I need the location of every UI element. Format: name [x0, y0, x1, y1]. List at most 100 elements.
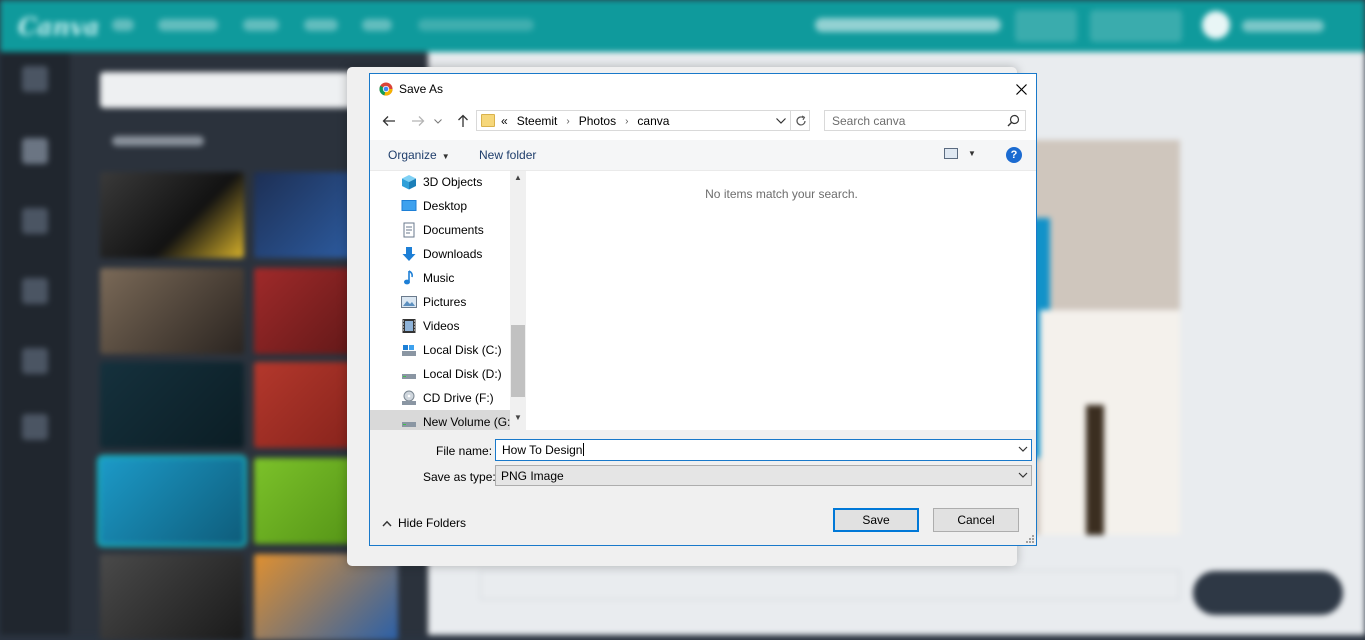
tree-item-new-volume-g[interactable]: New Volume (G:: [370, 410, 510, 430]
organize-button[interactable]: Organize ▼: [388, 148, 450, 162]
tree-item-videos[interactable]: Videos: [370, 314, 510, 338]
dialog-titlebar[interactable]: Save As: [370, 74, 1036, 104]
file-name-label: File name:: [436, 444, 493, 458]
scrollbar-thumb[interactable]: [511, 325, 525, 397]
menu-item: [418, 19, 534, 31]
file-name-value: How To Design: [502, 443, 583, 457]
tree-item-documents[interactable]: Documents: [370, 218, 510, 242]
breadcrumb-item[interactable]: canva: [637, 114, 669, 128]
save-button[interactable]: Save: [833, 508, 919, 532]
text-cursor: [583, 443, 585, 456]
chevron-down-icon: [776, 117, 786, 124]
download-button: [1090, 10, 1182, 42]
breadcrumb-item[interactable]: Steemit: [517, 114, 558, 128]
menu-item: [112, 19, 134, 31]
app-header: Canva: [0, 0, 1365, 52]
tree-item-label: Pictures: [423, 295, 467, 309]
recent-locations-button[interactable]: [431, 110, 445, 132]
canva-logo: Canva: [18, 12, 100, 41]
documents-icon: [403, 222, 415, 238]
share-button: [1015, 10, 1077, 42]
downloads-icon: [402, 247, 416, 261]
tree-item-label: CD Drive (F:): [423, 391, 494, 405]
cancel-button[interactable]: Cancel: [933, 508, 1019, 532]
breadcrumb-overflow[interactable]: «: [501, 114, 508, 128]
tree-item-3d-objects[interactable]: 3D Objects: [370, 171, 510, 194]
close-button[interactable]: [1007, 74, 1036, 104]
side-rail: [0, 52, 70, 635]
template-thumb: [100, 554, 244, 640]
dialog-title: Save As: [399, 82, 444, 96]
drive-icon: [402, 374, 416, 379]
tree-item-local-disk-d[interactable]: Local Disk (D:): [370, 362, 510, 386]
arrow-up-icon: [458, 114, 468, 127]
tree-item-label: Documents: [423, 223, 484, 237]
address-dropdown[interactable]: [773, 113, 789, 128]
add-page-bar: [480, 570, 1180, 600]
avatar: [1202, 11, 1230, 39]
search-placeholder: Search canva: [832, 114, 906, 128]
save-form: File name: How To Design Save as type: P…: [370, 430, 1036, 545]
tree-item-label: Music: [423, 271, 455, 285]
tree-item-label: New Volume (G:: [423, 415, 511, 429]
tree-item-label: Downloads: [423, 247, 483, 261]
desktop-icon: [401, 200, 417, 211]
refresh-icon: [796, 114, 806, 126]
breadcrumb: « Steemit › Photos › canva: [501, 114, 669, 128]
zoom-control: [1193, 571, 1343, 615]
empty-message: No items match your search.: [705, 187, 858, 201]
save-type-value: PNG Image: [501, 469, 564, 483]
tree-item-label: Videos: [423, 319, 460, 333]
scroll-up-icon[interactable]: ▲: [510, 173, 526, 185]
menu-item: [362, 19, 392, 31]
chevron-down-icon: [434, 118, 442, 124]
tree-item-cd-drive-f[interactable]: CD Drive (F:): [370, 386, 510, 410]
videos-icon: [402, 319, 416, 333]
caret-down-icon: ▼: [441, 152, 450, 161]
music-icon: [404, 270, 413, 285]
tree-item-downloads[interactable]: Downloads: [370, 242, 510, 266]
up-button[interactable]: [452, 110, 474, 132]
resize-grip-icon[interactable]: [1026, 535, 1034, 543]
navigation-pane: 3D Objects Desktop Documents Downloads M…: [370, 171, 526, 430]
command-bar: Organize ▼ New folder ▼ ?: [370, 140, 1036, 171]
search-input[interactable]: Search canva: [824, 110, 1026, 131]
close-icon: [1016, 83, 1027, 95]
new-folder-button[interactable]: New folder: [479, 148, 536, 162]
save-type-label: Save as type:: [423, 470, 496, 484]
caret-down-icon[interactable]: ▼: [968, 149, 976, 158]
template-thumb: [254, 554, 398, 640]
file-list[interactable]: No items match your search.: [527, 171, 1036, 430]
chevron-down-icon: [1018, 472, 1028, 478]
arrow-right-icon: [412, 116, 425, 126]
hide-folders-label: Hide Folders: [398, 516, 467, 530]
forward-button[interactable]: [407, 110, 429, 132]
tree-item-label: 3D Objects: [423, 175, 483, 189]
hide-folders-toggle[interactable]: Hide Folders: [382, 516, 466, 530]
tree-item-pictures[interactable]: Pictures: [370, 290, 510, 314]
arrow-left-icon: [382, 116, 395, 126]
breadcrumb-item[interactable]: Photos: [579, 114, 616, 128]
local-disk-icon: [402, 345, 416, 356]
chevron-down-icon[interactable]: [1017, 443, 1029, 455]
view-options-icon[interactable]: [944, 148, 958, 159]
pictures-icon: [401, 296, 417, 308]
template-thumb: [100, 362, 244, 448]
navigation-scrollbar[interactable]: ▲ ▼: [510, 171, 526, 430]
help-button[interactable]: ?: [1006, 147, 1022, 163]
chevron-right-icon[interactable]: ›: [566, 116, 569, 127]
refresh-button[interactable]: [790, 111, 811, 130]
file-name-input[interactable]: How To Design: [495, 439, 1032, 461]
user-name: [1242, 20, 1324, 32]
chevron-right-icon[interactable]: ›: [625, 116, 628, 127]
tree-item-music[interactable]: Music: [370, 266, 510, 290]
template-thumb: [100, 268, 244, 354]
menu-item: [304, 19, 338, 31]
address-bar[interactable]: « Steemit › Photos › canva: [476, 110, 810, 131]
tree-item-local-disk-c[interactable]: Local Disk (C:): [370, 338, 510, 362]
back-button[interactable]: [378, 110, 400, 132]
templates-heading: [112, 136, 204, 146]
scroll-down-icon[interactable]: ▼: [510, 413, 526, 425]
save-type-select[interactable]: PNG Image: [495, 465, 1032, 486]
tree-item-desktop[interactable]: Desktop: [370, 194, 510, 218]
